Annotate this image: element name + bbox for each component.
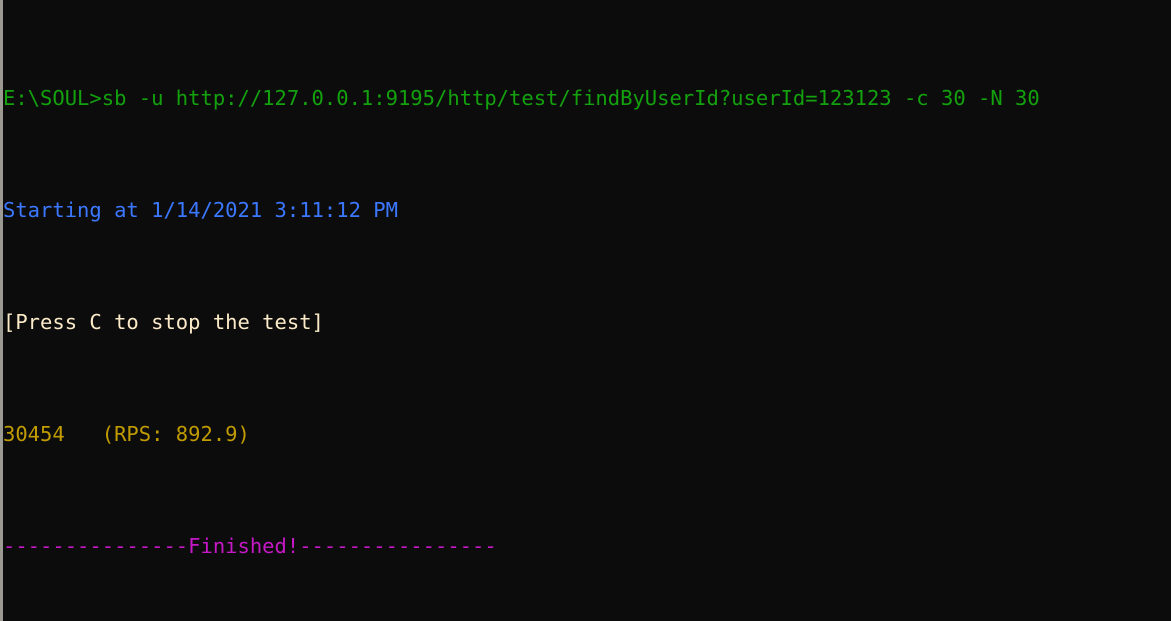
press-key-hint-line: [Press C to stop the test]: [3, 310, 324, 334]
finished-separator-line: ---------------Finished!----------------: [3, 534, 497, 558]
console-window[interactable]: E:\SOUL>sb -u http://127.0.0.1:9195/http…: [0, 0, 1171, 621]
starting-timestamp-line: Starting at 1/14/2021 3:11:12 PM: [3, 198, 398, 222]
command-prompt-line: E:\SOUL>sb -u http://127.0.0.1:9195/http…: [3, 86, 1040, 110]
progress-counter-line: 30454 (RPS: 892.9): [3, 422, 250, 446]
console-output-area[interactable]: E:\SOUL>sb -u http://127.0.0.1:9195/http…: [3, 0, 1171, 621]
